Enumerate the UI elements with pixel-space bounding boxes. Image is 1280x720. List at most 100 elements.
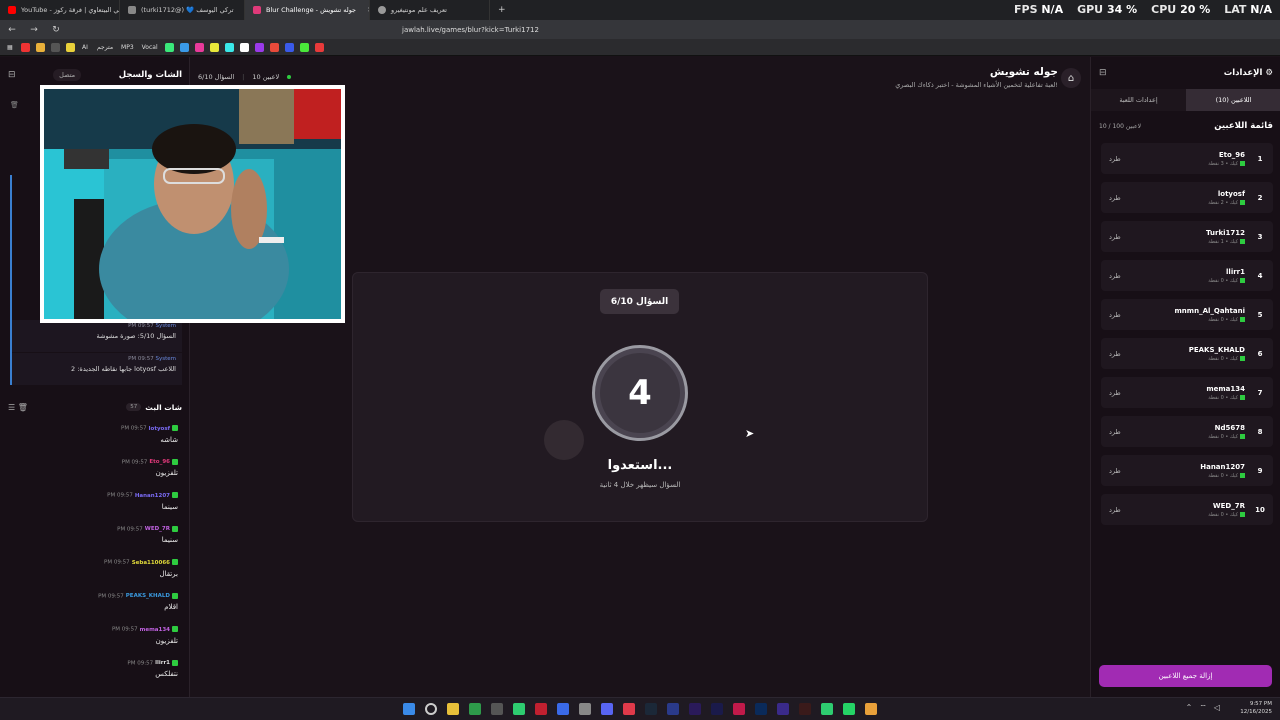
player-name: lotyosf (1217, 189, 1245, 198)
bookmark-icon[interactable] (21, 42, 30, 52)
message-username[interactable]: lotyosf (149, 426, 170, 432)
message-username[interactable]: Eto_96 (149, 459, 170, 465)
message-username[interactable]: PEAKS_KHALD (126, 593, 170, 599)
tab-montenegro[interactable]: تعريف علم مونتيغيرو (370, 0, 490, 20)
bookmark-vocal[interactable]: Vocal (141, 43, 159, 52)
file-explorer-icon[interactable] (447, 703, 459, 715)
tab-label: (turki1712@) 💙 تركي اليوسف (141, 6, 234, 14)
message-username[interactable]: llirr1 (155, 660, 170, 666)
apps-icon[interactable]: ▦ (6, 43, 15, 52)
bookmark-icon[interactable] (224, 42, 234, 52)
kick-button[interactable]: طرد (1109, 194, 1121, 202)
remove-all-players-button[interactable]: إزالة جميع اللاعبين (1099, 665, 1272, 687)
app-icon[interactable] (557, 703, 569, 715)
kick-button[interactable]: طرد (1109, 467, 1121, 475)
bookmark-icon[interactable] (269, 42, 279, 52)
tab-players[interactable]: اللاعبين (10) (1186, 89, 1280, 111)
chat-message: PM 09:57 Hanan1207 سينما (0, 492, 182, 511)
kick-button[interactable]: طرد (1109, 233, 1121, 241)
bookmark-icon[interactable] (299, 42, 309, 52)
message-text: سنيما (161, 536, 178, 544)
steam-icon[interactable] (645, 703, 657, 715)
player-rank: 10 (1255, 505, 1265, 514)
back-icon[interactable]: ← (6, 25, 18, 35)
player-name: Turki1712 (1206, 228, 1245, 237)
illustrator-icon[interactable] (799, 703, 811, 715)
message-username[interactable]: Hanan1207 (135, 493, 170, 499)
filter-icon[interactable]: ☰ 🗑 (8, 403, 28, 412)
bookmark-ai[interactable]: AI (81, 43, 90, 52)
kick-button[interactable]: طرد (1109, 311, 1121, 319)
whatsapp-icon[interactable] (843, 703, 855, 715)
bookmark-mp3[interactable]: MP3 (120, 43, 135, 52)
tab-blur-challenge[interactable]: Blur Challenge - جوله تشويش ✕ (245, 0, 370, 20)
premiere-icon[interactable] (689, 703, 701, 715)
url-field[interactable]: jawlah.live/games/blur?kick=Turki1712 (402, 26, 539, 34)
kick-badge-icon (1240, 472, 1245, 478)
app-icon[interactable] (755, 703, 767, 715)
reload-icon[interactable]: ↻ (50, 25, 62, 35)
trash-icon[interactable]: 🗑 (10, 101, 19, 109)
bookmark-icon[interactable] (314, 42, 324, 52)
new-tab-button[interactable]: + (490, 5, 514, 15)
app-icon[interactable] (579, 703, 591, 715)
player-points: كيك • 3 نقطة (1208, 160, 1238, 167)
bookmark-icon[interactable] (194, 42, 204, 52)
message-time: PM 09:57 (104, 559, 130, 566)
search-icon[interactable] (425, 703, 437, 715)
app-icon[interactable] (821, 703, 833, 715)
photoshop-icon[interactable] (667, 703, 679, 715)
brave-icon[interactable] (865, 703, 877, 715)
app-icon[interactable] (491, 703, 503, 715)
tab-game-settings[interactable]: إعدادات اللعبة (1091, 89, 1186, 111)
kick-button[interactable]: طرد (1109, 350, 1121, 358)
collapse-panel-icon[interactable]: ⊟ (1099, 68, 1107, 78)
player-rank: 3 (1257, 232, 1263, 241)
bookmark-icon[interactable] (66, 42, 75, 52)
kick-button[interactable]: طرد (1109, 389, 1121, 397)
forward-icon[interactable]: → (28, 25, 40, 35)
bookmark-translator[interactable]: مترجم (96, 43, 114, 52)
message-username[interactable]: WED_7R (145, 526, 170, 532)
kick-button[interactable]: طرد (1109, 428, 1121, 436)
stat-lat: LAT N/A (1224, 3, 1272, 16)
player-rank: 8 (1257, 427, 1263, 436)
kick-button[interactable]: طرد (1109, 506, 1121, 514)
kick-badge-icon (1240, 199, 1245, 205)
bookmark-icon[interactable] (36, 42, 45, 52)
home-button[interactable]: ⌂ (1061, 68, 1081, 88)
sidebar-toggle-icon[interactable]: ⊟ (8, 70, 16, 80)
chat-message: PM 09:57 lotyosf شاشه (0, 425, 182, 444)
message-text: شاشه (160, 435, 178, 444)
kick-button[interactable]: طرد (1109, 155, 1121, 163)
globe-icon (378, 6, 386, 14)
chevron-up-icon[interactable]: ⌃ (1186, 703, 1193, 713)
tab-youtube[interactable]: YouTube - ميداني البيتعاوي | فرقة ركوز (0, 0, 120, 20)
connection-status-badge: متصل (53, 69, 82, 81)
start-icon[interactable] (403, 703, 415, 715)
after-effects-icon[interactable] (711, 703, 723, 715)
tab-turki[interactable]: (turki1712@) 💙 تركي اليوسف (120, 0, 245, 20)
excel-icon[interactable] (469, 703, 481, 715)
player-rank: 4 (1257, 271, 1263, 280)
app-icon[interactable] (513, 703, 525, 715)
bookmark-icon[interactable] (51, 42, 60, 52)
wifi-icon[interactable]: ⌔ (1199, 703, 1207, 713)
bookmark-icon[interactable] (164, 42, 174, 52)
discord-icon[interactable] (601, 703, 613, 715)
message-username[interactable]: Seba110066 (132, 560, 170, 566)
bookmark-icon[interactable] (239, 42, 249, 52)
bookmark-icon[interactable] (254, 42, 264, 52)
app-icon[interactable] (623, 703, 635, 715)
app-icon[interactable] (777, 703, 789, 715)
bookmark-icon[interactable] (284, 42, 294, 52)
kick-badge-icon (172, 492, 178, 498)
indesign-icon[interactable] (733, 703, 745, 715)
bookmark-icon[interactable] (179, 42, 189, 52)
message-username[interactable]: mema134 (140, 627, 170, 633)
bookmark-icon[interactable] (209, 42, 219, 52)
clock[interactable]: 9:57 PM 12/16/2025 (1240, 700, 1272, 716)
volume-icon[interactable]: ◁ (1214, 703, 1220, 713)
app-icon[interactable] (535, 703, 547, 715)
kick-button[interactable]: طرد (1109, 272, 1121, 280)
